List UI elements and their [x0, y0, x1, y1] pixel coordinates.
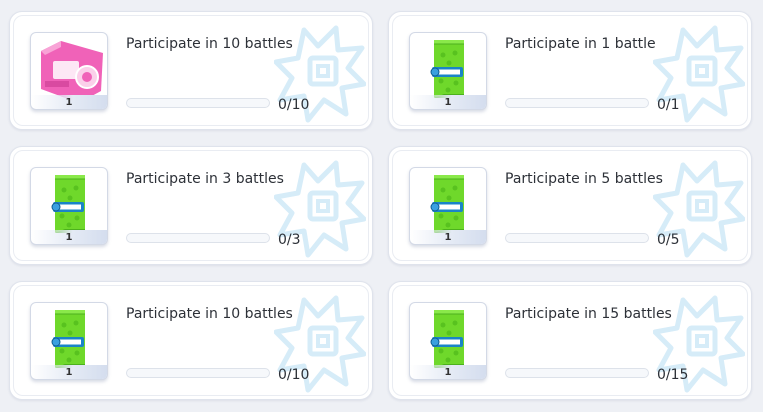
- progress-count: 0/1: [657, 97, 680, 113]
- quest-title: Participate in 1 battle: [505, 36, 656, 52]
- quest-title: Participate in 10 battles: [126, 306, 293, 322]
- reward-slot[interactable]: 1: [30, 32, 108, 110]
- progress-bar: [505, 98, 649, 108]
- quest-card[interactable]: 1 Participate in 3 battles 0/3: [9, 146, 373, 265]
- quest-title: Participate in 15 battles: [505, 306, 672, 322]
- reward-quantity: 1: [444, 367, 452, 378]
- quest-card[interactable]: 1 Participate in 1 battle 0/1: [388, 11, 752, 130]
- reward-slot[interactable]: 1: [30, 302, 108, 380]
- quest-card[interactable]: 1 Participate in 10 battles 0/10: [9, 281, 373, 400]
- quest-title: Participate in 10 battles: [126, 36, 293, 52]
- progress-bar: [505, 368, 649, 378]
- quest-card[interactable]: 1 Participate in 15 battles 0/15: [388, 281, 752, 400]
- reward-quantity: 1: [65, 97, 73, 108]
- reward-quantity: 1: [65, 232, 73, 243]
- reward-slot[interactable]: 1: [30, 167, 108, 245]
- reward-slot[interactable]: 1: [409, 32, 487, 110]
- progress-bar: [126, 368, 270, 378]
- quest-title: Participate in 5 battles: [505, 171, 663, 187]
- reward-slot[interactable]: 1: [409, 167, 487, 245]
- reward-quantity: 1: [444, 97, 452, 108]
- progress-bar: [126, 98, 270, 108]
- reward-quantity: 1: [444, 232, 452, 243]
- quest-title: Participate in 3 battles: [126, 171, 284, 187]
- progress-count: 0/10: [278, 97, 310, 113]
- quest-card[interactable]: 1 Participate in 5 battles 0/5: [388, 146, 752, 265]
- reward-quantity: 1: [65, 367, 73, 378]
- progress-count: 0/5: [657, 232, 680, 248]
- quest-grid: 1 Participate in 10 battles 0/10 1 Parti…: [0, 0, 763, 412]
- quest-card[interactable]: 1 Participate in 10 battles 0/10: [9, 11, 373, 130]
- reward-slot[interactable]: 1: [409, 302, 487, 380]
- progress-count: 0/10: [278, 367, 310, 383]
- progress-bar: [505, 233, 649, 243]
- progress-count: 0/15: [657, 367, 689, 383]
- progress-count: 0/3: [278, 232, 301, 248]
- progress-bar: [126, 233, 270, 243]
